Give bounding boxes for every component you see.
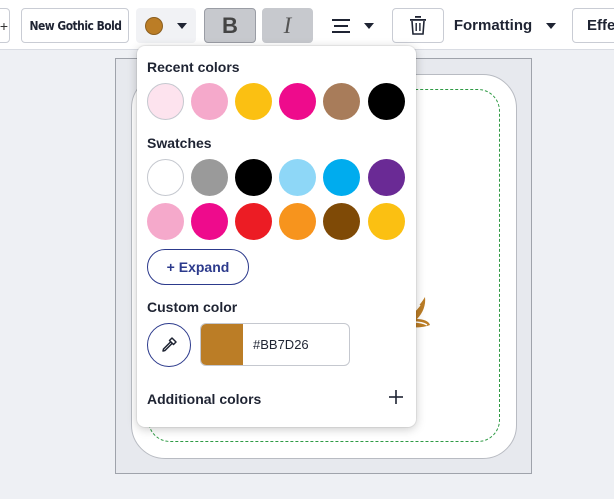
- bold-icon: B: [222, 12, 238, 38]
- text-color-swatch-icon: [145, 16, 163, 35]
- color-swatch[interactable]: [191, 159, 228, 196]
- add-additional-colors-button[interactable]: [387, 388, 405, 406]
- recent-color-swatch[interactable]: [191, 83, 228, 120]
- chevron-down-icon: [364, 22, 374, 29]
- color-swatch[interactable]: [323, 203, 360, 240]
- color-swatch[interactable]: [368, 203, 405, 240]
- color-swatch[interactable]: [147, 203, 184, 240]
- color-swatch[interactable]: [147, 159, 184, 196]
- eyedropper-button[interactable]: [147, 323, 191, 367]
- recent-colors-title: Recent colors: [147, 59, 240, 75]
- eyedropper-icon: [162, 337, 177, 352]
- toolbar-partial-button[interactable]: +: [0, 8, 10, 43]
- additional-colors-title[interactable]: Additional colors: [147, 391, 261, 407]
- recent-color-swatch[interactable]: [235, 83, 272, 120]
- color-swatch[interactable]: [368, 159, 405, 196]
- recent-color-swatch[interactable]: [368, 83, 405, 120]
- recent-color-swatch[interactable]: [279, 83, 316, 120]
- formatting-label: Formatting: [453, 17, 533, 34]
- partial-left-glyph: +: [0, 17, 9, 34]
- color-swatch[interactable]: [279, 159, 316, 196]
- formatting-menu-button[interactable]: Formatting: [446, 8, 564, 43]
- color-swatch[interactable]: [235, 203, 272, 240]
- color-swatch[interactable]: [235, 159, 272, 196]
- italic-button[interactable]: I: [262, 8, 313, 43]
- recent-color-swatch[interactable]: [323, 83, 360, 120]
- font-family-button[interactable]: New Gothic Bold: [21, 8, 129, 43]
- hex-color-input[interactable]: #BB7D26: [200, 323, 350, 366]
- align-icon: [332, 18, 350, 33]
- italic-icon: I: [283, 12, 292, 38]
- font-family-label: New Gothic Bold: [29, 18, 122, 33]
- chevron-down-icon: [177, 22, 187, 29]
- bold-button[interactable]: B: [204, 8, 256, 43]
- expand-button[interactable]: + Expand: [147, 249, 249, 285]
- plus-icon: [389, 390, 403, 404]
- toolbar: + New Gothic Bold B I Formatting Effe: [0, 0, 614, 50]
- color-swatch[interactable]: [323, 159, 360, 196]
- color-swatch[interactable]: [279, 203, 316, 240]
- delete-button[interactable]: [392, 8, 444, 43]
- text-color-button[interactable]: [136, 8, 196, 43]
- recent-color-swatch[interactable]: [147, 83, 184, 120]
- color-swatch[interactable]: [191, 203, 228, 240]
- text-align-button[interactable]: [321, 8, 385, 43]
- swatches-title: Swatches: [147, 135, 212, 151]
- color-picker-popover: Recent colors Swatches + Expand Custom c…: [137, 46, 416, 427]
- effects-label: Effe: [587, 17, 614, 34]
- hex-color-value: #BB7D26: [253, 337, 309, 352]
- chevron-down-icon: [546, 22, 557, 29]
- effects-menu-button[interactable]: Effe: [572, 8, 614, 43]
- trash-icon: [410, 16, 426, 35]
- custom-color-title: Custom color: [147, 299, 238, 315]
- custom-color-preview: [201, 324, 243, 365]
